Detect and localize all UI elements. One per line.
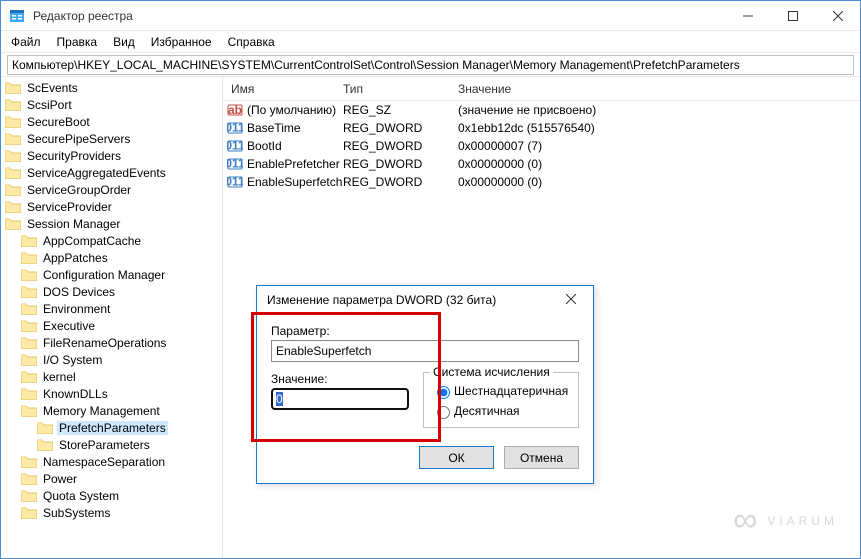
tree-item[interactable]: StoreParameters [5, 436, 222, 453]
tree-item[interactable]: NamespaceSeparation [5, 453, 222, 470]
watermark: ∞ VIARUM [733, 501, 838, 540]
radio-hex[interactable] [437, 386, 450, 399]
menu-edit[interactable]: Правка [51, 33, 104, 51]
value-row[interactable]: 011EnablePrefetcherREG_DWORD0x00000000 (… [223, 155, 860, 173]
param-label: Параметр: [271, 324, 579, 338]
tree-item[interactable]: ScEvents [5, 79, 222, 96]
tree-item[interactable]: Power [5, 470, 222, 487]
ok-button[interactable]: ОК [419, 446, 494, 469]
svg-text:ab: ab [228, 103, 242, 117]
radio-dec-row[interactable]: Десятичная [432, 403, 570, 419]
value-row[interactable]: 011EnableSuperfetchREG_DWORD0x00000000 (… [223, 173, 860, 191]
maximize-button[interactable] [770, 1, 815, 30]
radix-group-title: Система исчисления [430, 365, 553, 379]
param-name-input[interactable] [271, 340, 579, 362]
tree-item[interactable]: Environment [5, 300, 222, 317]
address-input[interactable] [7, 55, 854, 75]
dialog-title: Изменение параметра DWORD (32 бита) [267, 293, 559, 307]
tree-item[interactable]: ServiceGroupOrder [5, 181, 222, 198]
tree-item[interactable]: ServiceProvider [5, 198, 222, 215]
regedit-window: Редактор реестра Файл Правка Вид Избранн… [0, 0, 861, 559]
value-input[interactable] [271, 388, 409, 410]
tree-item[interactable]: DOS Devices [5, 283, 222, 300]
tree-item[interactable]: KnownDLLs [5, 385, 222, 402]
edit-dword-dialog: Изменение параметра DWORD (32 бита) Пара… [256, 285, 594, 484]
tree-item[interactable]: ScsiPort [5, 96, 222, 113]
dialog-titlebar: Изменение параметра DWORD (32 бита) [257, 286, 593, 314]
menu-view[interactable]: Вид [107, 33, 141, 51]
regedit-icon [9, 8, 25, 24]
titlebar: Редактор реестра [1, 1, 860, 31]
radio-dec-label: Десятичная [454, 404, 520, 418]
close-button[interactable] [815, 1, 860, 30]
tree-item[interactable]: FileRenameOperations [5, 334, 222, 351]
menu-file[interactable]: Файл [5, 33, 47, 51]
tree-item[interactable]: Quota System [5, 487, 222, 504]
col-name[interactable]: Имя [223, 82, 343, 96]
svg-text:011: 011 [227, 121, 243, 135]
window-title: Редактор реестра [33, 9, 725, 23]
tree-item[interactable]: SubSystems [5, 504, 222, 521]
tree-item[interactable]: Configuration Manager [5, 266, 222, 283]
radio-dec[interactable] [437, 406, 450, 419]
value-row[interactable]: ab(По умолчанию)REG_SZ(значение не присв… [223, 101, 860, 119]
tree-item[interactable]: AppCompatCache [5, 232, 222, 249]
column-headers: Имя Тип Значение [223, 77, 860, 101]
infinity-icon: ∞ [733, 501, 761, 540]
col-value[interactable]: Значение [458, 82, 860, 96]
tree-item[interactable]: I/O System [5, 351, 222, 368]
radio-hex-row[interactable]: Шестнадцатеричная [432, 383, 570, 399]
cancel-button[interactable]: Отмена [504, 446, 579, 469]
tree-item[interactable]: SecurePipeServers [5, 130, 222, 147]
watermark-text: VIARUM [767, 514, 838, 528]
tree-item[interactable]: Session Manager [5, 215, 222, 232]
tree-item[interactable]: SecureBoot [5, 113, 222, 130]
svg-text:011: 011 [227, 175, 243, 189]
value-label: Значение: [271, 372, 409, 386]
tree-item[interactable]: Memory Management [5, 402, 222, 419]
tree-item[interactable]: ServiceAggregatedEvents [5, 164, 222, 181]
tree-pane[interactable]: ScEventsScsiPortSecureBootSecurePipeServ… [1, 77, 223, 558]
menu-favorites[interactable]: Избранное [145, 33, 218, 51]
dialog-close-button[interactable] [559, 293, 583, 307]
tree-item[interactable]: Executive [5, 317, 222, 334]
svg-text:011: 011 [227, 157, 243, 171]
menubar: Файл Правка Вид Избранное Справка [1, 31, 860, 53]
radix-group: Система исчисления Шестнадцатеричная Дес… [423, 372, 579, 428]
value-row[interactable]: 011BootIdREG_DWORD0x00000007 (7) [223, 137, 860, 155]
value-row[interactable]: 011BaseTimeREG_DWORD0x1ebb12dc (51557654… [223, 119, 860, 137]
tree-item[interactable]: SecurityProviders [5, 147, 222, 164]
addressbar [1, 53, 860, 77]
tree-item[interactable]: kernel [5, 368, 222, 385]
tree-item[interactable]: AppPatches [5, 249, 222, 266]
svg-text:011: 011 [227, 139, 243, 153]
menu-help[interactable]: Справка [222, 33, 281, 51]
tree-item[interactable]: PrefetchParameters [5, 419, 222, 436]
radio-hex-label: Шестнадцатеричная [454, 384, 568, 398]
col-type[interactable]: Тип [343, 82, 458, 96]
minimize-button[interactable] [725, 1, 770, 30]
window-controls [725, 1, 860, 30]
